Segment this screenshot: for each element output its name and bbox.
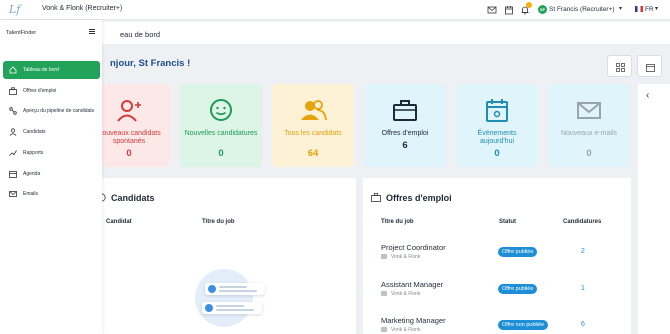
stat-label: Offres d'emploi [381, 130, 429, 137]
applications-count[interactable]: 6 [581, 321, 585, 328]
sidebar-item[interactable]: Agenda [3, 165, 100, 183]
user-menu[interactable]: St Francis (Recruiter+) [549, 6, 615, 13]
stat-value: 0 [218, 148, 224, 159]
sidebar-item[interactable]: Emails [3, 185, 100, 203]
col-job-title[interactable]: Titre du job [381, 219, 414, 225]
job-title[interactable]: Assistant Manager [381, 280, 443, 289]
candidates-panel-title: Candidats [111, 193, 155, 203]
mail-icon[interactable] [487, 5, 497, 15]
job-company: Vonk & Flonk [391, 327, 421, 333]
illustration-card [202, 302, 262, 314]
sidebar-item-label: Agenda [23, 171, 41, 177]
page-title: eau de bord [120, 30, 161, 39]
status-badge: Offre publiée [498, 247, 538, 257]
applications-count[interactable]: 2 [581, 248, 585, 255]
jobs-panel-title: Offres d'emploi [386, 193, 452, 203]
illustration-circle [195, 269, 253, 327]
notification-badge [526, 2, 532, 8]
stat-value: 0 [494, 148, 500, 159]
sidebar-item-label: Emails [23, 191, 39, 197]
briefcase-icon [393, 100, 417, 121]
col-candidate[interactable]: Candidat [106, 219, 132, 225]
users-icon [9, 128, 17, 136]
stat-label: Nouveaux e-mails [560, 130, 618, 137]
grid-icon [616, 63, 625, 72]
top-bar: Lf Vonk & Flonk (Recruiter+) SF St Franc… [0, 0, 670, 20]
col-job-title[interactable]: Titre du job [202, 219, 235, 225]
building-icon [381, 291, 387, 296]
stat-label: Nouveaux candidats spontanés [97, 130, 161, 145]
calendar-view-button[interactable] [637, 55, 662, 77]
stat-value: 0 [586, 148, 592, 159]
sidebar-item[interactable]: Rapports [3, 144, 100, 162]
stat-card[interactable]: Nouveaux e-mails 0 [548, 84, 630, 167]
company-name: Vonk & Flonk (Recruiter+) [42, 5, 123, 12]
pipeline-icon [9, 107, 17, 115]
illustration-line [219, 286, 247, 288]
sidebar: TalentFinder Tableau de bord Offres d'emp… [0, 20, 102, 334]
avatar[interactable]: SF [538, 5, 547, 14]
mail-icon [9, 191, 17, 197]
stat-value: 6 [402, 140, 408, 151]
status-badge: Offre publiée [498, 284, 538, 294]
job-title[interactable]: Project Coordinator [381, 243, 446, 252]
building-icon [381, 254, 387, 259]
sidebar-item-label: Offres d'emploi [23, 88, 57, 94]
chevron-left-icon[interactable]: ‹ [646, 90, 649, 101]
sidebar-item-label: Rapports [23, 150, 44, 156]
menu-icon[interactable] [89, 29, 95, 34]
chevron-down-icon[interactable]: ▾ [655, 5, 658, 12]
page-header [102, 22, 670, 44]
right-panel [638, 84, 670, 334]
applications-count[interactable]: 1 [581, 285, 585, 292]
calendar-icon [9, 171, 17, 178]
sidebar-item-label: Tableau de bord [23, 67, 59, 73]
welcome-message: njour, St Francis ! [110, 58, 191, 69]
stat-label: Tous les candidats [284, 130, 342, 137]
sidebar-item[interactable]: Tableau de bord [3, 61, 100, 79]
stat-card[interactable]: Événements aujourd'hui 0 [456, 84, 538, 167]
illustration-line [219, 290, 257, 292]
job-company: Vonk & Flonk [391, 254, 421, 260]
user-plus-icon [117, 100, 141, 122]
sidebar-item-label: Candidats [23, 129, 46, 135]
col-status[interactable]: Statut [499, 219, 516, 225]
stat-label: Nouvelles candidatures [184, 130, 258, 137]
chevron-down-icon[interactable]: ▾ [619, 5, 622, 12]
job-title[interactable]: Marketing Manager [381, 316, 446, 325]
stat-label: Événements aujourd'hui [477, 130, 517, 145]
illustration-card [205, 283, 265, 295]
search-icon [205, 304, 213, 312]
calendar-icon [646, 64, 655, 72]
job-company: Vonk & Flonk [391, 291, 421, 297]
language-selector[interactable]: FR [645, 6, 654, 13]
col-applications[interactable]: Candidatures [563, 219, 601, 225]
stat-card[interactable]: Tous les candidats 64 [272, 84, 354, 167]
sidebar-item[interactable]: Aperçu du pipeline de candidats [3, 102, 100, 120]
grid-view-button[interactable] [607, 55, 632, 77]
users-icon [301, 100, 327, 121]
illustration-line [216, 305, 244, 307]
building-icon [381, 327, 387, 332]
status-badge: Offre non publiée [498, 320, 549, 330]
stat-value: 64 [307, 148, 319, 159]
search-icon [208, 285, 216, 293]
illustration-line [216, 309, 254, 311]
mail-icon [577, 102, 601, 119]
brand-name: TalentFinder [6, 30, 37, 36]
calendar-icon [486, 99, 508, 122]
smiley-icon [210, 99, 232, 121]
briefcase-icon [9, 87, 17, 95]
stat-card[interactable]: Nouvelles candidatures 0 [180, 84, 262, 167]
briefcase-icon [371, 193, 381, 202]
france-flag-icon[interactable] [635, 6, 643, 12]
sidebar-item-label: Aperçu du pipeline de candidats [23, 108, 95, 114]
sidebar-item[interactable]: Candidats [3, 123, 100, 141]
stat-card[interactable]: Offres d'emploi 6 [364, 84, 446, 167]
app-logo[interactable]: Lf [9, 3, 20, 16]
chart-icon [9, 150, 17, 156]
home-icon [9, 66, 17, 74]
calendar-icon[interactable] [504, 5, 514, 15]
sidebar-item[interactable]: Offres d'emploi [3, 82, 100, 100]
